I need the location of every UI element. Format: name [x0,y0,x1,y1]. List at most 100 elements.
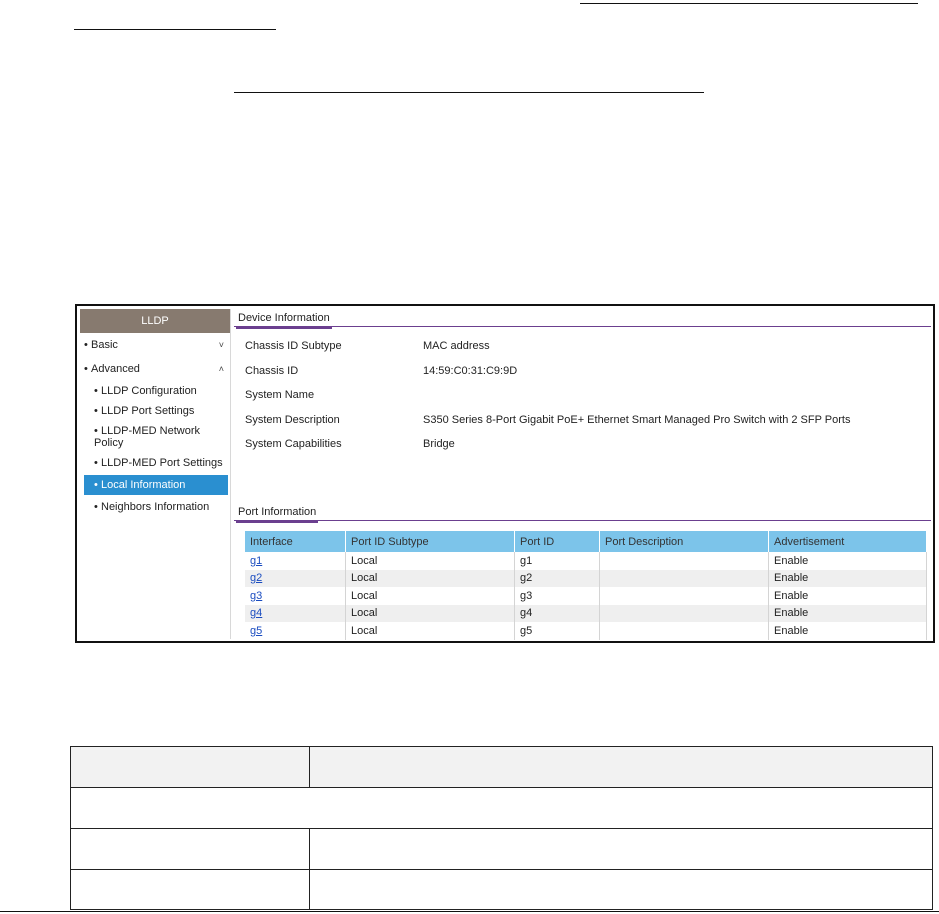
port-id-cell: g3 [514,587,600,605]
doc-underline [580,3,918,4]
sidebar-item-label: LLDP-MED Network Policy [94,425,201,449]
port-id-subtype-cell: Local [345,622,515,640]
port-description-cell [599,552,769,570]
table-row: g4 Local g4 Enable [245,604,927,622]
port-information-table: Interface Port ID Subtype Port ID Port D… [245,531,927,640]
sidebar-item-label: Neighbors Information [101,501,210,513]
interface-link[interactable]: g1 [250,555,262,567]
advertisement-cell: Enable [768,604,927,622]
advertisement-cell: Enable [768,587,927,605]
interface-cell: g5 [245,622,346,640]
port-description-cell [599,569,769,587]
bullet-icon: • [94,405,98,417]
sidebar-group-basic[interactable]: • Basic ˅ [80,333,230,357]
sidebar-item-label: LLDP Configuration [101,385,197,397]
interface-link[interactable]: g4 [250,607,262,619]
info-row-chassis-id-subtype: Chassis ID Subtype MAC address [234,333,931,358]
document-table-cell [309,828,933,870]
sidebar-item-local-information[interactable]: • Local Information [84,475,228,495]
document-table [70,746,933,910]
info-label: System Capabilities [245,438,342,450]
sidebar-item-label: LLDP Port Settings [101,405,195,417]
sidebar-group-label: Basic [91,339,118,351]
port-id-cell: g1 [514,552,600,570]
sidebar-item-label: Local Information [101,479,186,491]
interface-link[interactable]: g5 [250,625,262,637]
table-row: g3 Local g3 Enable [245,587,927,605]
document-table-row [70,787,933,829]
page-footer-rule [0,911,939,912]
interface-cell: g4 [245,604,346,622]
port-description-cell [599,587,769,605]
sidebar-item-lldp-configuration[interactable]: • LLDP Configuration [80,381,230,401]
info-row-system-capabilities: System Capabilities Bridge [234,431,931,456]
table-row: g2 Local g2 Enable [245,569,927,587]
port-id-cell: g4 [514,604,600,622]
advertisement-cell: Enable [768,622,927,640]
interface-cell: g1 [245,552,346,570]
port-id-subtype-cell: Local [345,552,515,570]
sidebar-group-label: Advanced [91,363,140,375]
info-value: MAC address [423,340,490,352]
document-table-cell [309,869,933,910]
bullet-icon: • [94,479,98,491]
section-title-text: Device Information [236,309,332,329]
column-header-advertisement[interactable]: Advertisement [768,531,927,552]
bullet-icon: • [84,339,88,351]
port-id-subtype-cell: Local [345,587,515,605]
main-content: Device Information Chassis ID Subtype MA… [234,309,931,640]
bullet-icon: • [94,457,98,469]
table-header-row: Interface Port ID Subtype Port ID Port D… [245,531,927,552]
info-label: Chassis ID Subtype [245,340,342,352]
column-header-interface[interactable]: Interface [245,531,346,552]
table-row: g1 Local g1 Enable [245,552,927,570]
interface-cell: g2 [245,569,346,587]
document-table-cell [70,869,310,910]
info-row-system-name: System Name [234,382,931,407]
bullet-icon: • [94,501,98,513]
doc-underline [234,92,704,93]
doc-underline [74,29,276,30]
device-information-section-title: Device Information [234,309,931,329]
port-id-cell: g5 [514,622,600,640]
port-description-cell [599,604,769,622]
document-table-row [70,869,933,910]
info-row-system-description: System Description S350 Series 8-Port Gi… [234,407,931,432]
sidebar-item-lldp-med-network-policy[interactable]: • LLDP-MED Network Policy [80,421,230,453]
interface-link[interactable]: g2 [250,572,262,584]
port-information-section-title: Port Information [234,503,931,523]
document-table-cell [70,828,310,870]
lldp-screenshot: LLDP • Basic ˅ • Advanced ˄ • LLDP Configur… [75,304,935,643]
document-table-header-row [70,746,933,788]
advertisement-cell: Enable [768,552,927,570]
info-label: System Name [245,389,315,401]
section-title-text: Port Information [236,503,319,523]
info-label: System Description [245,413,340,426]
document-table-cell [309,746,933,788]
sidebar-group-advanced[interactable]: • Advanced ˄ [80,357,230,381]
sidebar-header: LLDP [80,309,230,333]
port-description-cell [599,622,769,640]
chevron-down-icon: ˅ [218,340,224,350]
port-id-cell: g2 [514,569,600,587]
column-header-port-description[interactable]: Port Description [599,531,769,552]
sidebar-item-neighbors-information[interactable]: • Neighbors Information [80,497,230,517]
sidebar: LLDP • Basic ˅ • Advanced ˄ • LLDP Configur… [80,309,231,639]
advertisement-cell: Enable [768,569,927,587]
bullet-icon: • [94,425,98,437]
column-header-port-id[interactable]: Port ID [514,531,600,552]
info-value: S350 Series 8-Port Gigabit PoE+ Ethernet… [423,413,851,426]
document-table-row [70,828,933,870]
sidebar-item-lldp-med-port-settings[interactable]: • LLDP-MED Port Settings [80,453,230,473]
sidebar-item-label: LLDP-MED Port Settings [101,457,223,469]
sidebar-item-lldp-port-settings[interactable]: • LLDP Port Settings [80,401,230,421]
bullet-icon: • [84,363,88,375]
bullet-icon: • [94,385,98,397]
table-row: g5 Local g5 Enable [245,622,927,640]
interface-link[interactable]: g3 [250,590,262,602]
info-label: Chassis ID [245,364,299,377]
chevron-up-icon: ˄ [218,364,224,374]
port-id-subtype-cell: Local [345,569,515,587]
column-header-port-id-subtype[interactable]: Port ID Subtype [345,531,515,552]
info-value: 14:59:C0:31:C9:9D [423,364,518,377]
